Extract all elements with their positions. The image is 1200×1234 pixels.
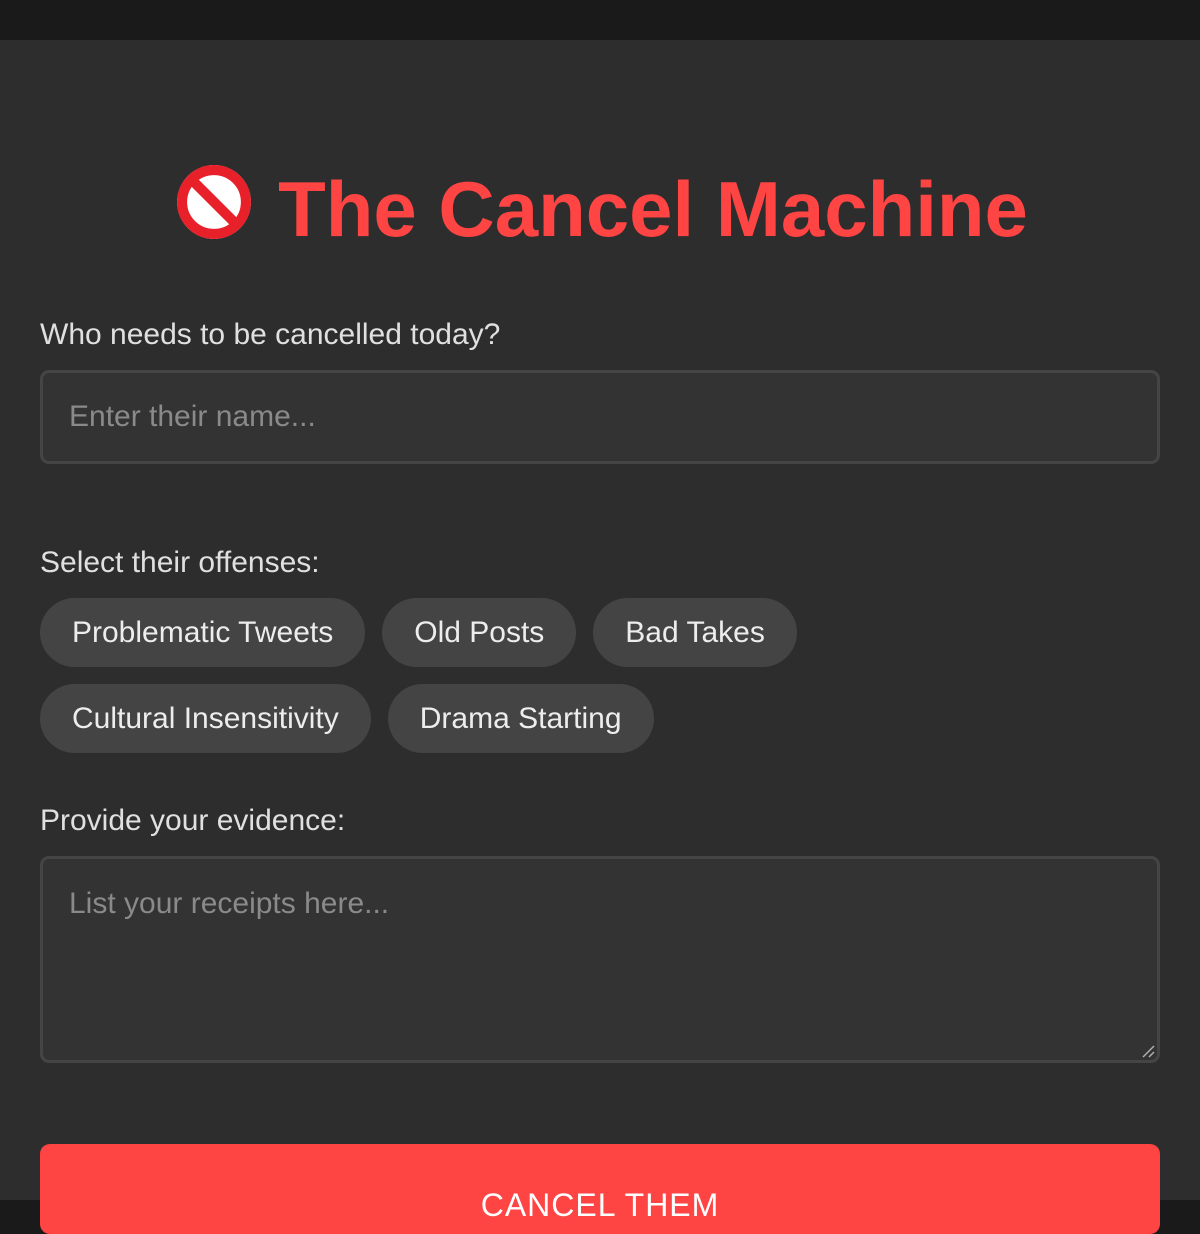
cancel-them-button[interactable]: CANCEL THEM (40, 1144, 1160, 1234)
offenses-label: Select their offenses: (40, 546, 320, 579)
top-bar (0, 0, 1200, 40)
offense-chip-old-posts[interactable]: Old Posts (382, 598, 577, 667)
offense-chip-cultural-insensitivity[interactable]: Cultural Insensitivity (40, 684, 371, 753)
offense-chip-row: Problematic Tweets Old Posts Bad Takes (40, 598, 1160, 667)
evidence-label: Provide your evidence: (40, 804, 346, 837)
page-title-text: The Cancel Machine (278, 165, 1028, 253)
target-name-label: Who needs to be cancelled today? (40, 318, 501, 351)
offense-chip-problematic-tweets[interactable]: Problematic Tweets (40, 598, 366, 667)
page-title: The Cancel Machine (0, 160, 1200, 254)
resize-grip-icon[interactable] (1140, 1043, 1156, 1059)
offense-chip-row: Cultural Insensitivity Drama Starting (40, 684, 1160, 753)
evidence-textarea[interactable] (40, 856, 1160, 1063)
target-name-input[interactable] (40, 370, 1160, 464)
offense-chip-drama-starting[interactable]: Drama Starting (387, 684, 654, 753)
offense-chip-bad-takes[interactable]: Bad Takes (593, 598, 797, 667)
offense-chips: Problematic Tweets Old Posts Bad Takes C… (40, 598, 1160, 770)
no-entry-icon (177, 165, 252, 239)
